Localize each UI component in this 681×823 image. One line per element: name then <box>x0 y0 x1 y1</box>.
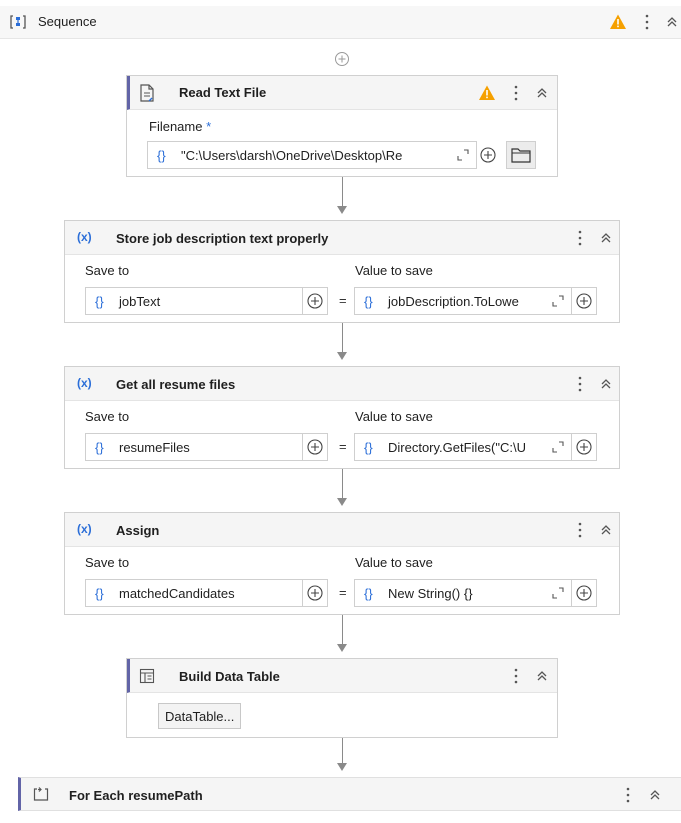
read-text-file-title: Read Text File <box>179 85 267 100</box>
sequence-icon <box>10 14 26 30</box>
equals-sign: = <box>339 293 347 308</box>
braces-glyph: {} <box>95 293 104 309</box>
add-icon <box>306 584 324 602</box>
save-to-field[interactable]: {} matchedCandidates <box>85 579 303 607</box>
value-to-save-label: Value to save <box>355 263 433 278</box>
for-each-icon <box>33 786 49 802</box>
more-icon[interactable] <box>624 786 632 804</box>
add-icon[interactable] <box>479 146 497 164</box>
braces-glyph: {} <box>157 147 166 163</box>
sequence-title: Sequence <box>38 14 97 29</box>
value-text: Directory.GetFiles("C:\U <box>388 439 526 455</box>
save-to-field[interactable]: {} resumeFiles <box>85 433 303 461</box>
assign-title: Get all resume files <box>116 377 236 392</box>
save-to-label: Save to <box>85 263 130 278</box>
folder-icon[interactable] <box>506 141 536 169</box>
expand-icon[interactable] <box>551 294 565 308</box>
more-icon[interactable] <box>576 521 584 539</box>
collapse-icon[interactable] <box>535 85 549 101</box>
assign-card[interactable]: (x) Store job description text properly … <box>64 220 620 323</box>
save-to-field[interactable]: {} jobText <box>85 287 303 315</box>
save-to-add-button[interactable] <box>302 433 328 461</box>
data-table-icon <box>139 668 155 684</box>
required-mark: * <box>206 119 212 134</box>
save-to-add-button[interactable] <box>302 579 328 607</box>
braces-glyph: {} <box>364 439 373 455</box>
connector-line <box>342 738 343 764</box>
save-to-add-button[interactable] <box>302 287 328 315</box>
add-icon <box>306 292 324 310</box>
value-add-button[interactable] <box>571 579 597 607</box>
value-field[interactable]: {} Directory.GetFiles("C:\U <box>354 433 572 461</box>
assign-title: Assign <box>116 523 160 538</box>
for-each-title: For Each resumePath <box>69 788 203 803</box>
connector-line <box>342 469 343 499</box>
connector-arrow <box>337 644 347 652</box>
add-icon <box>575 292 593 310</box>
save-to-value: jobText <box>119 293 161 309</box>
add-icon <box>575 438 593 456</box>
connector-arrow <box>337 763 347 771</box>
value-to-save-label: Value to save <box>355 555 433 570</box>
read-text-file-card[interactable]: Read Text File Filename * {} "C:\Users\d… <box>126 75 558 177</box>
filename-label: Filename * <box>149 119 212 134</box>
collapse-icon[interactable] <box>665 14 679 30</box>
add-icon <box>575 584 593 602</box>
save-to-value: matchedCandidates <box>119 585 235 601</box>
expand-icon[interactable] <box>456 148 470 162</box>
value-to-save-label: Value to save <box>355 409 433 424</box>
assign-title: Store job description text properly <box>116 231 329 246</box>
more-icon[interactable] <box>512 667 520 685</box>
value-text: New String() {} <box>388 585 473 601</box>
save-to-value: resumeFiles <box>119 439 190 455</box>
connector-arrow <box>337 352 347 360</box>
assign-card[interactable]: (x) Get all resume files Save to Value t… <box>64 366 620 469</box>
data-table-button[interactable]: DataTable... <box>158 703 242 729</box>
braces-glyph: {} <box>364 585 373 601</box>
more-icon[interactable] <box>576 229 584 247</box>
assign-badge: (x) <box>77 230 92 244</box>
collapse-icon[interactable] <box>599 230 613 246</box>
assign-badge: (x) <box>77 376 92 390</box>
file-read-icon <box>139 84 155 102</box>
connector-line <box>342 615 343 645</box>
build-data-table-title: Build Data Table <box>179 669 280 684</box>
warning-icon[interactable] <box>609 13 627 31</box>
build-data-table-card[interactable]: Build Data Table DataTable... <box>126 658 558 738</box>
filename-value: "C:\Users\darsh\OneDrive\Desktop\Re <box>181 147 403 163</box>
add-icon <box>306 438 324 456</box>
for-each-card[interactable]: For Each resumePath <box>18 777 681 811</box>
filename-field[interactable]: {} "C:\Users\darsh\OneDrive\Desktop\Re <box>147 141 477 169</box>
more-icon[interactable] <box>512 84 520 102</box>
braces-glyph: {} <box>95 439 104 455</box>
assign-badge: (x) <box>77 522 92 536</box>
equals-sign: = <box>339 585 347 600</box>
value-add-button[interactable] <box>571 433 597 461</box>
save-to-label: Save to <box>85 555 130 570</box>
more-icon[interactable] <box>576 375 584 393</box>
warning-icon[interactable] <box>478 84 496 102</box>
expand-icon[interactable] <box>551 440 565 454</box>
collapse-icon[interactable] <box>599 522 613 538</box>
collapse-icon[interactable] <box>599 376 613 392</box>
value-text: jobDescription.ToLowe <box>388 293 519 309</box>
value-field[interactable]: {} New String() {} <box>354 579 572 607</box>
value-add-button[interactable] <box>571 287 597 315</box>
connector-arrow <box>337 206 347 214</box>
save-to-label: Save to <box>85 409 130 424</box>
braces-glyph: {} <box>95 585 104 601</box>
value-field[interactable]: {} jobDescription.ToLowe <box>354 287 572 315</box>
connector-line <box>342 177 343 207</box>
assign-card[interactable]: (x) Assign Save to Value to save {} matc… <box>64 512 620 615</box>
sequence-header[interactable]: Sequence <box>0 6 681 39</box>
add-activity-icon[interactable] <box>334 51 350 67</box>
collapse-icon[interactable] <box>535 668 549 684</box>
braces-glyph: {} <box>364 293 373 309</box>
equals-sign: = <box>339 439 347 454</box>
more-icon[interactable] <box>643 13 651 31</box>
connector-line <box>342 323 343 353</box>
connector-arrow <box>337 498 347 506</box>
expand-icon[interactable] <box>551 586 565 600</box>
collapse-icon[interactable] <box>648 787 662 803</box>
